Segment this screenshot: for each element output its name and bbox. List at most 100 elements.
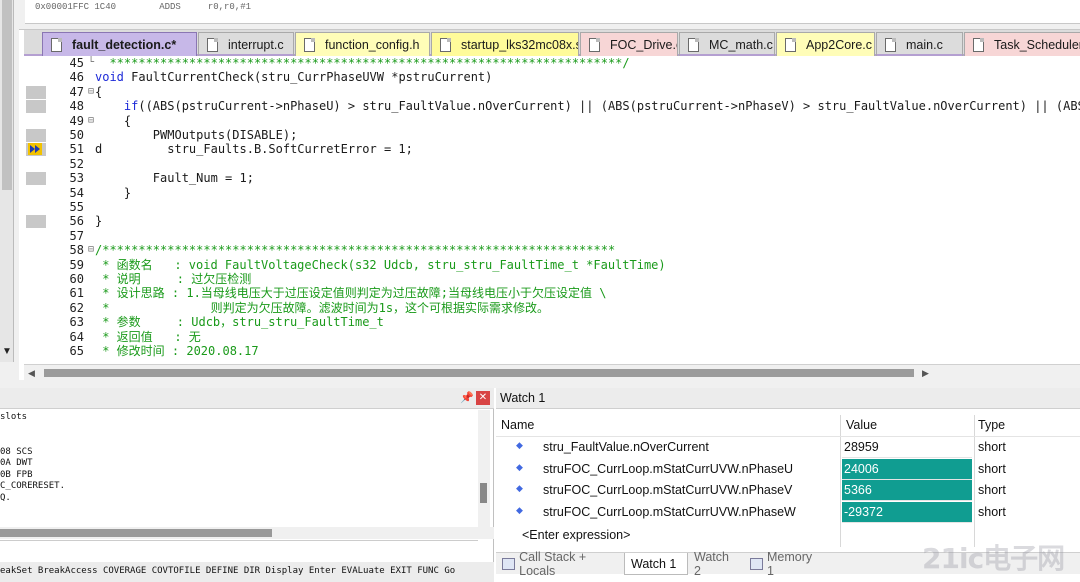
scroll-right-arrow-icon[interactable]: ▶: [922, 365, 929, 381]
command-horizontal-scrollbar[interactable]: [0, 527, 494, 539]
watch-row[interactable]: ◆ struFOC_CurrLoop.mStatCurrUVW.nPhaseU 24…: [496, 458, 1080, 481]
line-number: 62: [69, 300, 84, 315]
tab-function-config-h[interactable]: function_config.h: [295, 32, 430, 56]
scroll-down-arrow-icon[interactable]: ▼: [0, 343, 14, 361]
watch-value[interactable]: 28959: [842, 437, 972, 458]
left-vertical-scrollbar[interactable]: ▼: [0, 0, 14, 362]
code-line[interactable]: 60 * 说明 : 过欠压检测: [24, 272, 1080, 286]
pane-divider[interactable]: [0, 380, 1080, 388]
left-strip: ▼: [0, 0, 19, 382]
line-number: 48: [69, 99, 84, 114]
bottom-tab-label: Memory 1: [767, 550, 813, 578]
pin-icon[interactable]: 📌: [460, 391, 474, 404]
line-number: 64: [69, 329, 84, 344]
line-number: 46: [69, 70, 84, 85]
code-text: * 则判定为欠压故障。滤波时间为1s，这个可根据实际需求修改。: [95, 300, 550, 315]
code-editor[interactable]: 45 └ ************************************…: [24, 56, 1080, 364]
code-line[interactable]: 63 * 参数 : Udcb，stru_stru_FaultTime_t: [24, 315, 1080, 329]
line-number: 60: [69, 272, 84, 286]
watch-name: struFOC_CurrLoop.mStatCurrUVW.nPhaseW: [543, 504, 796, 519]
tab-label: function_config.h: [325, 37, 420, 52]
code-line[interactable]: 45 └ ************************************…: [24, 56, 1080, 70]
watch-row[interactable]: ◆ stru_FaultValue.nOverCurrent 28959 short: [496, 437, 1080, 459]
code-text: if((ABS(pstruCurrent->nPhaseU) > stru_Fa…: [123, 99, 1080, 114]
code-line[interactable]: 64 * 返回值 : 无: [24, 330, 1080, 344]
tab-label: startup_lks32mc08x.s: [461, 37, 579, 52]
tab-main-c[interactable]: main.c: [876, 32, 963, 56]
code-line[interactable]: 55: [24, 200, 1080, 214]
watch-value[interactable]: -29372: [842, 501, 972, 523]
code-line[interactable]: 57: [24, 229, 1080, 243]
code-text: void FaultCurrentCheck(stru_CurrPhaseUVW…: [95, 70, 493, 85]
bottom-tab-watch-2[interactable]: Watch 2: [688, 550, 744, 578]
scroll-left-arrow-icon[interactable]: ◀: [28, 365, 35, 381]
code-text: Fault_Num = 1;: [95, 171, 254, 186]
watch-type: short: [978, 440, 1006, 454]
tab-label: interrupt.c: [228, 37, 284, 52]
code-line[interactable]: 51 d stru_Faults.B.SoftCurretError = 1;: [24, 142, 1080, 156]
code-line[interactable]: 56}: [24, 214, 1080, 228]
tab-interrupt-c[interactable]: interrupt.c: [198, 32, 294, 56]
close-icon[interactable]: ✕: [476, 391, 490, 405]
scroll-thumb[interactable]: [0, 529, 272, 537]
tab-fault-detection-c-[interactable]: fault_detection.c*: [42, 32, 197, 56]
line-number: 65: [69, 344, 84, 358]
code-line[interactable]: 49 ⊟ {: [24, 114, 1080, 128]
memory-icon: [750, 558, 764, 570]
bottom-tab-memory-1[interactable]: Memory 1: [744, 550, 824, 578]
watch-row[interactable]: ◆ struFOC_CurrLoop.mStatCurrUVW.nPhaseV 53…: [496, 480, 1080, 502]
line-number: 61: [69, 286, 84, 301]
code-line[interactable]: 52: [24, 157, 1080, 171]
tab-mc-math-c[interactable]: MC_math.c: [679, 32, 775, 56]
scroll-thumb[interactable]: [480, 483, 487, 503]
tab-label: main.c: [906, 37, 943, 52]
watch-name: struFOC_CurrLoop.mStatCurrUVW.nPhaseV: [543, 483, 793, 497]
line-number: 45: [69, 56, 84, 70]
code-text: }: [95, 214, 103, 229]
tab-app2core-c[interactable]: App2Core.c: [776, 32, 875, 56]
code-line[interactable]: 47 ⊟{: [24, 85, 1080, 99]
watch-value[interactable]: 24006: [842, 458, 972, 480]
code-line[interactable]: 61 * 设计思路 : 1.当母线电压大于过压设定值则判定为过压故障;当母线电压…: [24, 286, 1080, 300]
command-vertical-scrollbar[interactable]: [478, 410, 490, 528]
code-line[interactable]: 50 PWMOutputs(DISABLE);: [24, 128, 1080, 142]
watch-row[interactable]: ◆ struFOC_CurrLoop.mStatCurrUVW.nPhaseW -2…: [496, 501, 1080, 524]
tab-label: MC_math.c: [709, 37, 773, 52]
code-line[interactable]: 48 if((ABS(pstruCurrent->nPhaseU) > stru…: [24, 99, 1080, 113]
code-text: * 返回值 : 无: [95, 329, 201, 344]
line-number: 47: [69, 84, 84, 99]
command-hint-bar: eakSet BreakAccess COVERAGE COVTOFILE DE…: [0, 562, 494, 582]
editor-horizontal-scrollbar[interactable]: ◀ ▶: [24, 364, 1080, 380]
bottom-tab-call-stack-locals[interactable]: Call Stack + Locals: [496, 550, 624, 578]
command-window: 📌 ✕ slots 08 SCS 0A DWT 0B FPB C_CORERES…: [0, 388, 494, 582]
column-header-value[interactable]: Value: [846, 418, 877, 432]
variable-icon: ◆: [516, 483, 523, 493]
column-header-type[interactable]: Type: [978, 418, 1005, 432]
code-line[interactable]: 54 }: [24, 186, 1080, 200]
code-line[interactable]: 62 * 则判定为欠压故障。滤波时间为1s，这个可根据实际需求修改。: [24, 301, 1080, 315]
file-icon: [688, 37, 699, 52]
tab-startup-lks32mc08x-s[interactable]: startup_lks32mc08x.s: [431, 32, 579, 56]
tab-foc-drive-c[interactable]: FOC_Drive.c: [580, 32, 678, 56]
code-line[interactable]: 46 void FaultCurrentCheck(stru_CurrPhaseU…: [24, 70, 1080, 84]
code-line[interactable]: 65 * 修改时间 : 2020.08.17: [24, 344, 1080, 358]
command-input[interactable]: [0, 540, 478, 562]
watermark-logo: 21ic电子网: [922, 542, 1065, 575]
code-text: /***************************************…: [95, 243, 616, 258]
watch-value[interactable]: 5366: [842, 480, 972, 501]
scroll-thumb[interactable]: [2, 0, 12, 190]
line-number: 57: [69, 228, 84, 243]
code-text: ****************************************…: [95, 56, 630, 70]
code-line[interactable]: 53 Fault_Num = 1;: [24, 171, 1080, 185]
code-line[interactable]: 59 * 函数名 : void FaultVoltageCheck(s32 Ud…: [24, 258, 1080, 272]
scroll-thumb[interactable]: [44, 369, 914, 377]
command-window-header: 📌 ✕: [0, 388, 494, 409]
tab-task-scheduler-c[interactable]: Task_Scheduler.c: [964, 32, 1080, 56]
code-text: }: [95, 185, 132, 200]
bottom-tab-watch-1[interactable]: Watch 1: [624, 553, 688, 575]
variable-icon: ◆: [516, 461, 523, 472]
column-header-name[interactable]: Name: [501, 418, 534, 432]
enter-expression[interactable]: <Enter expression>: [522, 528, 630, 542]
variable-icon: ◆: [516, 504, 523, 515]
code-line[interactable]: 58 ⊟/************************************…: [24, 243, 1080, 257]
